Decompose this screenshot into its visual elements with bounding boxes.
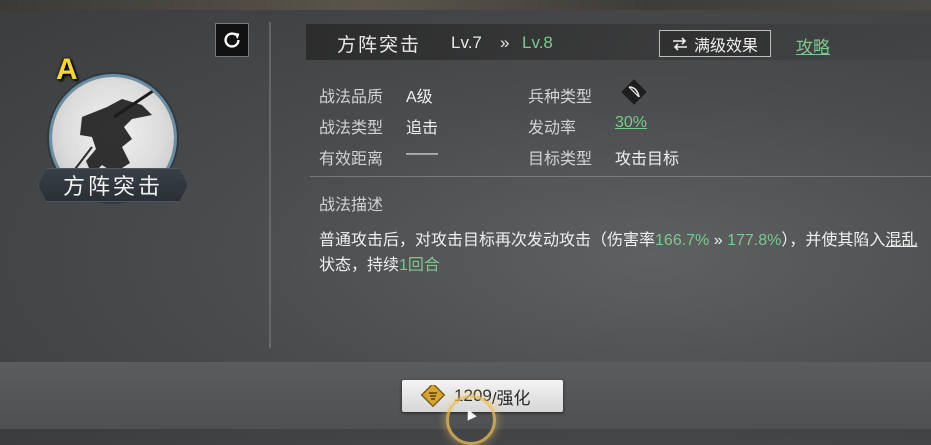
skill-title: 方阵突击 — [337, 34, 422, 56]
max-effect-label: 满级效果 — [693, 37, 758, 55]
damage-rate-next: 177.8% — [727, 232, 782, 249]
panel-divider — [269, 22, 271, 348]
damage-arrow: » — [709, 232, 728, 249]
enhance-label: /强化 — [491, 388, 531, 408]
description-title: 战法描述 — [319, 197, 384, 214]
troop-type-label: 兵种类型 — [528, 89, 593, 106]
skill-type-label: 战法类型 — [319, 120, 384, 137]
max-effect-button[interactable]: 满级效果 — [659, 30, 771, 57]
guide-link[interactable]: 攻略 — [796, 33, 830, 58]
desc-part2: ），并使其陷入 — [781, 232, 886, 249]
enhance-button[interactable]: 1209/强化 — [402, 380, 563, 412]
target-type-label: 目标类型 — [528, 151, 593, 168]
refresh-button[interactable] — [215, 23, 249, 57]
level-current: Lv.7 — [451, 33, 482, 52]
skill-name-plate: 方阵突击 — [38, 168, 188, 202]
top-strip — [0, 0, 931, 10]
desc-part1: 普通攻击后，对攻击目标再次发动攻击（伤害率 — [319, 232, 656, 249]
section-divider — [310, 176, 931, 177]
duration-value: 1回合 — [399, 257, 440, 274]
damage-rate-current: 166.7% — [655, 232, 710, 249]
target-type-value: 攻击目标 — [615, 151, 680, 168]
level-next: Lv.8 — [522, 33, 553, 52]
refresh-icon — [224, 32, 240, 48]
bow-icon — [621, 79, 647, 105]
skill-type-value: 追击 — [406, 120, 439, 137]
skill-description: 普通攻击后，对攻击目标再次发动攻击（伤害率166.7% » 177.8%），并使… — [319, 228, 927, 278]
enhance-cost: 1209 — [454, 386, 492, 405]
level-arrow: » — [500, 33, 510, 52]
desc-part3: 状态，持续 — [319, 257, 400, 274]
range-value: —— — [406, 145, 438, 162]
quality-value: A级 — [406, 89, 433, 106]
coin-icon — [420, 385, 446, 407]
range-label: 有效距离 — [319, 151, 384, 168]
swap-icon — [672, 36, 687, 51]
trigger-rate-value[interactable]: 30% — [615, 114, 647, 132]
quality-label: 战法品质 — [319, 89, 384, 106]
trigger-rate-label: 发动率 — [528, 120, 577, 137]
skill-grade-badge: A — [56, 53, 78, 86]
status-keyword[interactable]: 混乱 — [885, 232, 917, 249]
